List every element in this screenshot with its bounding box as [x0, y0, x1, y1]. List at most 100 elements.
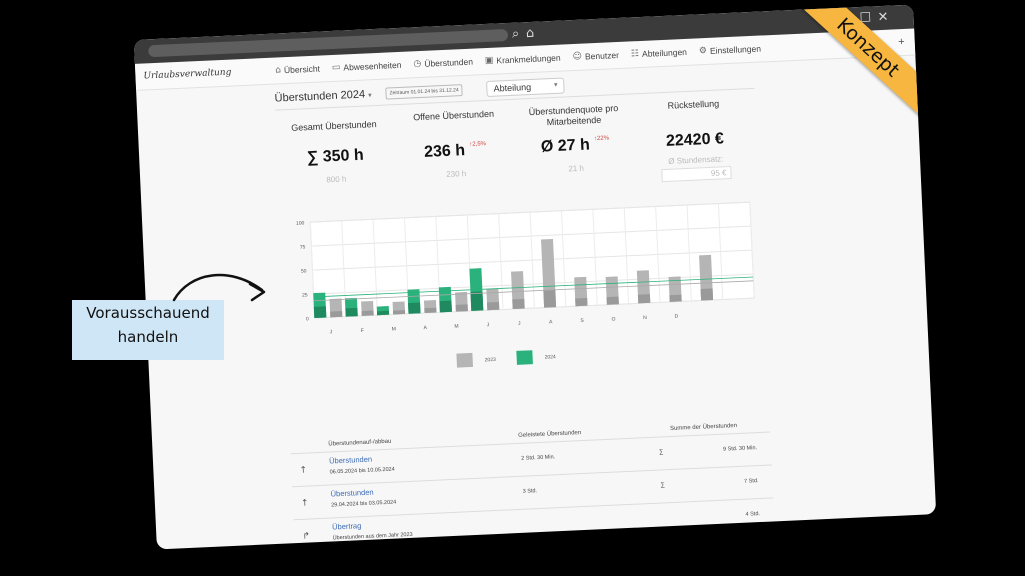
x-tick-label: F: [361, 328, 364, 334]
kpi-overtime-rate: Überstundenquote pro Mitarbeitende Ø 27 …: [515, 102, 634, 175]
kpi-previous-value: 230 h: [446, 169, 467, 179]
bar-2023-base: [543, 289, 557, 308]
legend-label: 2024: [545, 354, 557, 361]
x-tick-label: S: [580, 318, 584, 324]
row-title-link[interactable]: Überstunden: [330, 488, 373, 499]
row-date: 29.04.2024 bis 03.05.2024: [331, 499, 397, 509]
search-icon[interactable]: ⌕: [512, 24, 520, 44]
nav-item-5[interactable]: ☷ Abteilungen: [631, 47, 687, 60]
bar-2024-base: [313, 306, 327, 319]
user-icon: ☺: [572, 51, 583, 63]
arrow-up-icon: ↑: [299, 465, 308, 476]
group-icon: ☷: [630, 49, 640, 60]
hourly-rate-label: Ø Stundensatz:: [668, 154, 724, 166]
row-hours: 3 Std.: [522, 488, 538, 495]
nav-item-label: Überstunden: [424, 56, 474, 69]
home-icon[interactable]: ⌂: [526, 24, 535, 44]
row-sum: 9 Std. 30 Min.: [722, 445, 758, 453]
bar-2023-base: [512, 298, 525, 310]
bar-2023-base: [361, 310, 374, 316]
legend-swatch-2023: [456, 352, 474, 368]
row-sum: 4 Std.: [745, 511, 761, 518]
nav-item-label: Übersicht: [283, 63, 321, 76]
row-sum: 7 Std.: [743, 478, 759, 485]
x-tick-label: M: [392, 326, 396, 332]
nav-item-3[interactable]: ▣ Krankmeldungen: [485, 53, 561, 66]
bar-2023-base: [392, 310, 406, 315]
department-select[interactable]: Abteilung ▾: [486, 77, 565, 97]
nav-item-0[interactable]: ⌂ Übersicht: [275, 64, 320, 76]
bar-2023-base: [700, 288, 714, 301]
house-icon: ⌂: [275, 65, 282, 76]
bar-2024-base: [408, 302, 421, 314]
hourly-rate-input[interactable]: 95 €: [661, 165, 732, 183]
sum-icon: ∑: [660, 482, 666, 489]
add-icon[interactable]: +: [898, 36, 905, 48]
kpi-label: Überstundenquote pro Mitarbeitende: [528, 103, 619, 128]
x-tick-label: N: [643, 315, 647, 321]
close-icon[interactable]: ✕: [877, 8, 889, 28]
row-title-link[interactable]: Übertrag: [332, 521, 362, 531]
y-tick-label: 25: [302, 292, 308, 298]
arrow-up-icon: ↑: [300, 498, 309, 509]
kpi-previous-value: 21 h: [568, 163, 585, 174]
bar-2023-base: [486, 301, 500, 311]
kpi-label: Gesamt Überstunden: [290, 119, 377, 133]
chevron-down-icon: ▾: [553, 81, 558, 89]
nav-item-1[interactable]: ▭ Abwesenheiten: [332, 60, 402, 73]
bar-2023-base: [424, 307, 437, 314]
bar-2023-base: [575, 297, 588, 307]
callout-text: Vorausschauend handeln: [72, 301, 224, 349]
bar-2023-base: [606, 296, 619, 305]
sum-icon: ∑: [658, 449, 664, 456]
hand-drawn-arrow-icon: [172, 273, 266, 302]
trend-up-badge: ↑22%: [593, 135, 610, 143]
row-date: 06.05.2024 bis 10.05.2024: [329, 466, 395, 476]
x-tick-label: M: [454, 324, 458, 330]
legend-label: 2023: [485, 357, 497, 364]
nav-item-label: Benutzer: [584, 49, 620, 62]
bar-2023-base: [455, 304, 468, 312]
nav-item-label: Abwesenheiten: [343, 59, 402, 73]
bar-2023-base: [330, 311, 343, 318]
kpi-label: Rückstellung: [667, 98, 720, 111]
bar-2024-base: [345, 307, 358, 317]
y-tick-label: 50: [301, 268, 307, 274]
kpi-value: 236 h ↑2,5%: [423, 141, 487, 161]
row-title-link[interactable]: Überstunden: [329, 455, 372, 466]
column-header: Überstundenauf-/abbau: [328, 438, 392, 448]
kpi-open-overtime: Offene Überstunden 236 h ↑2,5% 230 h: [395, 108, 514, 181]
x-tick-label: J: [487, 322, 490, 328]
callout-line: handeln: [117, 328, 179, 346]
bar-2024-base: [376, 310, 390, 316]
row-date: Überstunden aus dem Jahr 2023: [332, 531, 413, 542]
overtime-bar-chart: 100 75 50 25 0 J F M A M J J A S O N D 2023 2024: [296, 201, 755, 368]
y-tick-label: 0: [306, 316, 309, 322]
kpi-value: ∑ 350 h: [306, 146, 365, 167]
nav-item-label: Abteilungen: [641, 46, 688, 59]
nav-item-4[interactable]: ☺ Benutzer: [572, 50, 619, 62]
chevron-down-icon: ▾: [367, 92, 372, 100]
date-range-picker[interactable]: Zeitraum 01.01.24 bis 31.12.24: [385, 84, 463, 100]
kpi-total-overtime: Gesamt Überstunden ∑ 350 h 800 h: [276, 113, 395, 186]
x-tick-label: O: [611, 316, 615, 322]
overtime-table: Überstundenauf-/abbau Geleistete Überstu…: [290, 417, 775, 550]
nav-item-2[interactable]: ◷ Überstunden: [413, 57, 473, 70]
kpi-row: Gesamt Überstunden ∑ 350 h 800 h Offene …: [275, 89, 759, 207]
app-logo: Urlaubsverwaltung: [143, 67, 232, 82]
nav-item-6[interactable]: ⚙ Einstellungen: [699, 44, 762, 57]
kpi-provision: Rückstellung 22420 € Ø Stundensatz: 95 €: [635, 97, 755, 183]
row-hours: 2 Std. 30 Min.: [521, 454, 556, 462]
clock-icon: ◷: [413, 58, 422, 70]
year-select[interactable]: Überstunden 2024 ▾: [274, 88, 372, 105]
bar-2024-base: [439, 300, 452, 313]
kpi-value: Ø 27 h ↑22%: [540, 135, 610, 156]
trend-up-badge: ↑2,5%: [469, 141, 487, 148]
gear-icon: ⚙: [698, 45, 708, 57]
bar-2024-base: [470, 291, 484, 311]
legend-swatch-2024: [516, 350, 533, 365]
x-tick-label: A: [549, 319, 553, 325]
nav-item-label: Einstellungen: [709, 43, 762, 56]
calendar-icon: ▭: [331, 62, 341, 73]
x-tick-label: A: [423, 325, 427, 331]
